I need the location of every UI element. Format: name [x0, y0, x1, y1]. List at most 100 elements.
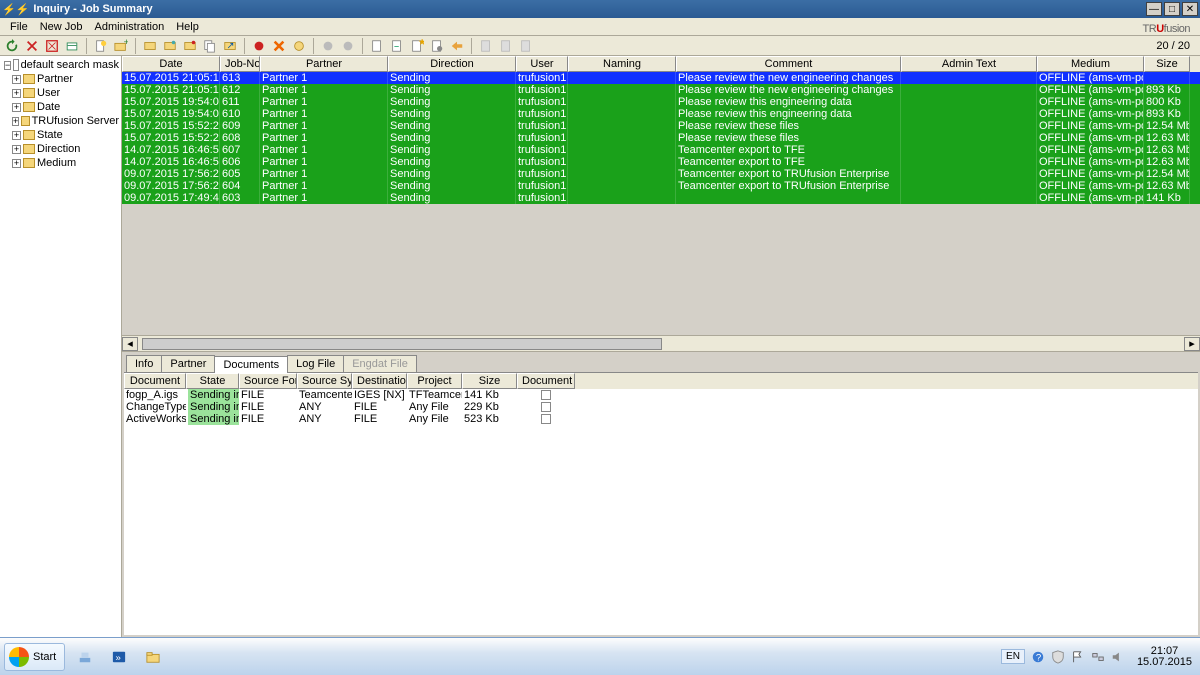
detail-col-srcfmt[interactable]: Source Format — [239, 373, 297, 389]
network-tray-icon[interactable] — [1091, 650, 1105, 664]
start-button[interactable]: Start — [4, 643, 65, 671]
detail-col-document[interactable]: Document — [124, 373, 186, 389]
tree-expand-icon[interactable]: + — [12, 89, 21, 98]
taskbar-clock[interactable]: 21:07 15.07.2015 — [1131, 646, 1192, 668]
job-icon-3[interactable] — [182, 38, 198, 54]
detail-table[interactable]: DocumentStateSource FormatSource SystemD… — [124, 372, 1198, 635]
job-col-partner[interactable]: Partner — [260, 56, 388, 72]
tab-info[interactable]: Info — [126, 355, 162, 372]
taskbar-app-3[interactable] — [139, 643, 167, 671]
table-row[interactable]: 14.07.2015 16:46:59607Partner 1Sendingtr… — [122, 144, 1200, 156]
table-row[interactable]: fogp_A.igsSending in P...FILETeamcenter … — [124, 389, 1198, 401]
table-row[interactable]: 15.07.2015 21:05:13612Partner 1Sendingtr… — [122, 84, 1200, 96]
menu-help[interactable]: Help — [170, 21, 205, 33]
table-row[interactable]: 15.07.2015 19:54:03610Partner 1Sendingtr… — [122, 108, 1200, 120]
job-cell-dir: Sending — [388, 108, 516, 120]
table-row[interactable]: 15.07.2015 15:52:28609Partner 1Sendingtr… — [122, 120, 1200, 132]
tree-node[interactable]: +TRUfusion Server — [2, 114, 119, 128]
link-icon[interactable]: ↗ — [222, 38, 238, 54]
tree-expand-icon[interactable]: + — [12, 103, 21, 112]
flag-tray-icon[interactable] — [1071, 650, 1085, 664]
tree-expand-icon[interactable]: + — [12, 159, 21, 168]
record-icon[interactable] — [251, 38, 267, 54]
job-col-size[interactable]: Size — [1144, 56, 1190, 72]
tree-node[interactable]: +Partner — [2, 72, 119, 86]
tab-logfile[interactable]: Log File — [287, 355, 344, 372]
tree-node[interactable]: +Date — [2, 100, 119, 114]
export-icon[interactable] — [64, 38, 80, 54]
table-row[interactable]: 15.07.2015 15:52:28608Partner 1Sendingtr… — [122, 132, 1200, 144]
tree-collapse-icon[interactable]: − — [4, 61, 11, 70]
doc-icon — [13, 59, 18, 71]
menu-newjob[interactable]: New Job — [34, 21, 89, 33]
doc-settings-icon[interactable] — [429, 38, 445, 54]
close-button[interactable]: ✕ — [1182, 2, 1198, 16]
checkbox[interactable] — [541, 402, 551, 412]
taskbar-app-2[interactable]: » — [105, 643, 133, 671]
job-col-naming[interactable]: Naming — [568, 56, 676, 72]
detail-col-size[interactable]: Size — [462, 373, 517, 389]
cancel-icon[interactable] — [271, 38, 287, 54]
language-indicator[interactable]: EN — [1001, 649, 1025, 664]
tree-node[interactable]: +Direction — [2, 142, 119, 156]
detail-col-state[interactable]: State — [186, 373, 239, 389]
detail-col-project[interactable]: Project — [407, 373, 462, 389]
checkbox[interactable] — [541, 390, 551, 400]
help-tray-icon[interactable]: ? — [1031, 650, 1045, 664]
pause-icon[interactable] — [291, 38, 307, 54]
checkbox[interactable] — [541, 414, 551, 424]
doc-icon-1[interactable] — [369, 38, 385, 54]
tree-expand-icon[interactable]: + — [12, 131, 21, 140]
job-icon-2[interactable] — [162, 38, 178, 54]
tree-expand-icon[interactable]: + — [12, 145, 21, 154]
job-col-jobno[interactable]: Job-No. ▼ — [220, 56, 260, 72]
table-row[interactable]: 14.07.2015 16:46:57606Partner 1Sendingtr… — [122, 156, 1200, 168]
table-row[interactable]: ActiveWorks...Sending in P...FILEANYFILE… — [124, 413, 1198, 425]
job-col-medium[interactable]: Medium — [1037, 56, 1144, 72]
table-row[interactable]: 15.07.2015 19:54:03611Partner 1Sendingtr… — [122, 96, 1200, 108]
tree-node[interactable]: +Medium — [2, 156, 119, 170]
job-col-comment[interactable]: Comment — [676, 56, 901, 72]
table-row[interactable]: 09.07.2015 17:49:46603Partner 1Sendingtr… — [122, 192, 1200, 204]
table-row[interactable]: ChangeType...Sending in P...FILEANYFILEA… — [124, 401, 1198, 413]
taskbar-app-1[interactable] — [71, 643, 99, 671]
tab-partner[interactable]: Partner — [161, 355, 215, 372]
new-icon[interactable] — [93, 38, 109, 54]
shield-tray-icon[interactable] — [1051, 650, 1065, 664]
table-row[interactable]: 15.07.2015 21:05:13613Partner 1Sendingtr… — [122, 72, 1200, 84]
tree-expand-icon[interactable]: + — [12, 117, 19, 126]
detail-col-srcsys[interactable]: Source System — [297, 373, 352, 389]
job-table[interactable]: DateJob-No. ▼PartnerDirectionUserNamingC… — [122, 56, 1200, 335]
job-col-dir[interactable]: Direction — [388, 56, 516, 72]
scroll-right-icon[interactable]: ▸ — [1184, 337, 1200, 351]
tree-expand-icon[interactable]: + — [12, 75, 21, 84]
send-icon[interactable] — [449, 38, 465, 54]
job-col-user[interactable]: User — [516, 56, 568, 72]
clear-filter-icon[interactable] — [44, 38, 60, 54]
doc-icon-2[interactable] — [389, 38, 405, 54]
copy-icon[interactable] — [202, 38, 218, 54]
tree-node[interactable]: +State — [2, 128, 119, 142]
add-folder-icon[interactable]: + — [113, 38, 129, 54]
tab-documents[interactable]: Documents — [214, 356, 288, 373]
delete-icon[interactable] — [24, 38, 40, 54]
scroll-left-icon[interactable]: ◂ — [122, 337, 138, 351]
job-table-hscroll[interactable]: ◂ ▸ — [122, 335, 1200, 351]
doc-star-icon[interactable]: ★ — [409, 38, 425, 54]
refresh-icon[interactable] — [4, 38, 20, 54]
detail-col-dest[interactable]: Destination ... — [352, 373, 407, 389]
minimize-button[interactable]: — — [1146, 2, 1162, 16]
detail-col-docs[interactable]: Document s... — [517, 373, 575, 389]
tree-root-node[interactable]: − default search mask — [2, 58, 119, 72]
maximize-button[interactable]: □ — [1164, 2, 1180, 16]
volume-tray-icon[interactable] — [1111, 650, 1125, 664]
job-col-date[interactable]: Date — [122, 56, 220, 72]
job-col-admin[interactable]: Admin Text — [901, 56, 1037, 72]
job-icon-1[interactable] — [142, 38, 158, 54]
scroll-thumb[interactable] — [142, 338, 662, 350]
menu-admin[interactable]: Administration — [89, 21, 171, 33]
tree-node[interactable]: +User — [2, 86, 119, 100]
table-row[interactable]: 09.07.2015 17:56:29605Partner 1Sendingtr… — [122, 168, 1200, 180]
menu-file[interactable]: File — [4, 21, 34, 33]
table-row[interactable]: 09.07.2015 17:56:28604Partner 1Sendingtr… — [122, 180, 1200, 192]
